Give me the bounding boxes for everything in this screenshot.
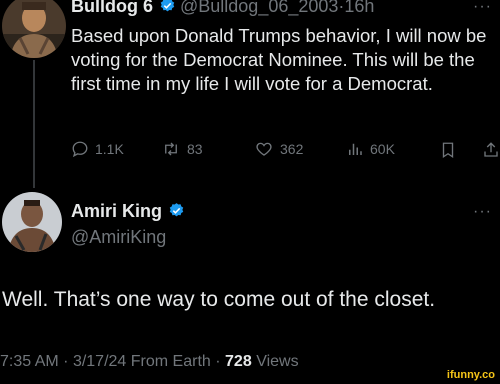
share-icon <box>484 142 498 157</box>
like-icon <box>256 142 272 156</box>
reply-header-name: Amiri King <box>71 201 189 224</box>
timestamp[interactable]: 16h <box>344 0 374 16</box>
separator: · <box>63 353 69 370</box>
action-bar: 1.1K 83 362 60K <box>71 140 500 164</box>
watermark: ifunny.co <box>444 368 497 382</box>
reply-icon <box>72 141 88 158</box>
post-time[interactable]: 7:35 AM <box>0 353 59 370</box>
bookmark-icon <box>442 142 454 159</box>
like-button[interactable]: 362 <box>254 140 303 158</box>
avatar-bulldog[interactable] <box>2 0 66 58</box>
reply-text: Well. That’s one way to come out of the … <box>2 288 436 311</box>
retweet-button[interactable]: 83 <box>161 140 203 158</box>
avatar-amiri[interactable] <box>2 192 62 252</box>
retweet-count: 83 <box>187 141 203 157</box>
handle[interactable]: @AmiriKing <box>71 227 166 248</box>
verified-badge-icon <box>168 202 185 224</box>
views-count: 60K <box>370 141 395 157</box>
views-count: 728 <box>225 353 252 370</box>
display-name[interactable]: Amiri King <box>71 201 162 221</box>
views-button[interactable]: 60K <box>346 140 395 158</box>
retweet-icon <box>165 142 177 156</box>
share-button[interactable] <box>482 140 500 160</box>
separator: · <box>215 353 221 370</box>
post-source: From Earth <box>130 353 211 370</box>
verified-badge-icon <box>159 0 176 19</box>
tweet-header: Bulldog 6 @Bulldog_06_2003·16h <box>71 0 374 19</box>
views-label: Views <box>256 353 299 370</box>
reply-count: 1.1K <box>95 141 124 157</box>
reply-button[interactable]: 1.1K <box>71 140 124 158</box>
like-count: 362 <box>280 141 304 157</box>
more-icon[interactable]: ··· <box>473 203 492 221</box>
more-icon[interactable]: ··· <box>473 0 492 16</box>
tweet-meta: 7:35 AM · 3/17/24 From Earth · 728 Views <box>0 353 299 371</box>
bookmark-button[interactable] <box>439 140 457 160</box>
tweet-text: Based upon Donald Trumps behavior, I wil… <box>71 25 487 94</box>
thread-line <box>33 60 35 188</box>
handle[interactable]: @Bulldog_06_2003 <box>180 0 338 16</box>
views-icon <box>349 143 362 155</box>
post-date[interactable]: 3/17/24 <box>73 353 126 370</box>
display-name[interactable]: Bulldog 6 <box>71 0 153 16</box>
